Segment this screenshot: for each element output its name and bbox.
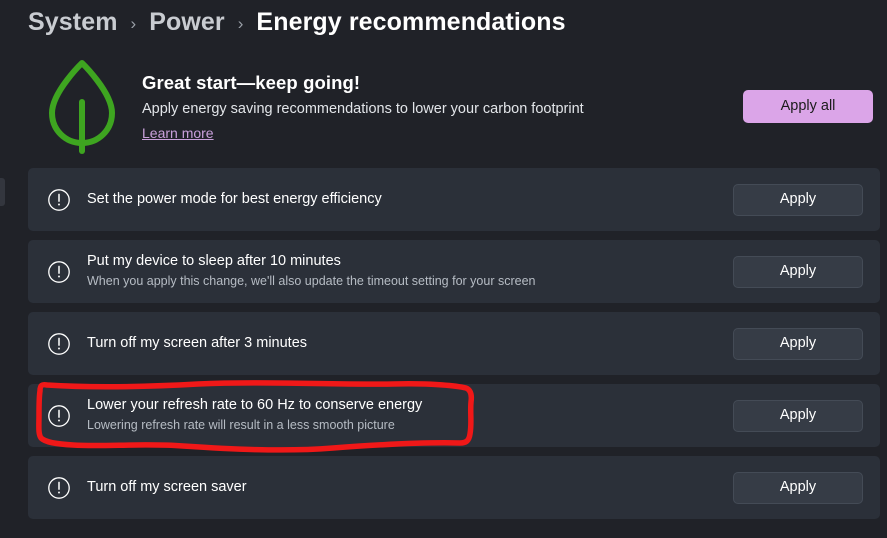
recommendation-title: Put my device to sleep after 10 minutes [87,253,341,270]
breadcrumb-separator-icon: › [130,13,137,33]
apply-button[interactable]: Apply [733,327,863,360]
learn-more-link[interactable]: Learn more [142,124,214,144]
recommendation-text: Turn off my screen after 3 minutes [87,334,733,354]
recommendation-text: Put my device to sleep after 10 minutes … [87,252,733,290]
exclamation-circle-icon [46,259,71,284]
recommendation-title: Set the power mode for best energy effic… [87,190,382,207]
recommendations-list: Set the power mode for best energy effic… [28,168,880,519]
energy-summary-card: Great start—keep going! Apply energy sav… [28,50,880,162]
breadcrumb: System › Power › Energy recommendations [28,2,566,42]
recommendation-subtitle: When you apply this change, we'll also u… [87,274,536,289]
leaf-icon [28,56,136,156]
exclamation-circle-icon [46,331,71,356]
energy-summary-title: Great start—keep going! [142,71,361,93]
apply-button[interactable]: Apply [733,255,863,288]
recommendation-row-highlighted[interactable]: Lower your refresh rate to 60 Hz to cons… [28,384,880,447]
breadcrumb-item-power[interactable]: Power [149,8,225,37]
recommendation-row[interactable]: Turn off my screen after 3 minutes Apply [28,312,880,375]
energy-summary-subtitle: Apply energy saving recommendations to l… [142,100,584,117]
recommendation-title: Lower your refresh rate to 60 Hz to cons… [87,397,423,414]
nav-edge-indicator [0,178,5,206]
apply-all-button[interactable]: Apply all [743,89,873,123]
recommendation-row[interactable]: Set the power mode for best energy effic… [28,168,880,231]
apply-button[interactable]: Apply [733,183,863,216]
apply-button[interactable]: Apply [733,471,863,504]
recommendation-text: Turn off my screen saver [87,478,733,498]
breadcrumb-item-system[interactable]: System [28,8,118,37]
recommendation-title: Turn off my screen saver [87,478,247,495]
exclamation-circle-icon [46,187,71,212]
recommendation-row[interactable]: Put my device to sleep after 10 minutes … [28,240,880,303]
recommendation-text: Lower your refresh rate to 60 Hz to cons… [87,396,733,434]
breadcrumb-separator-icon: › [237,13,244,33]
exclamation-circle-icon [46,403,71,428]
recommendation-row[interactable]: Turn off my screen saver Apply [28,456,880,519]
recommendation-title: Turn off my screen after 3 minutes [87,334,308,351]
recommendation-subtitle: Lowering refresh rate will result in a l… [87,418,395,433]
apply-button[interactable]: Apply [733,399,863,432]
energy-summary-text: Great start—keep going! Apply energy sav… [136,69,743,143]
recommendation-text: Set the power mode for best energy effic… [87,190,733,210]
exclamation-circle-icon [46,475,71,500]
page-title: Energy recommendations [256,7,566,36]
